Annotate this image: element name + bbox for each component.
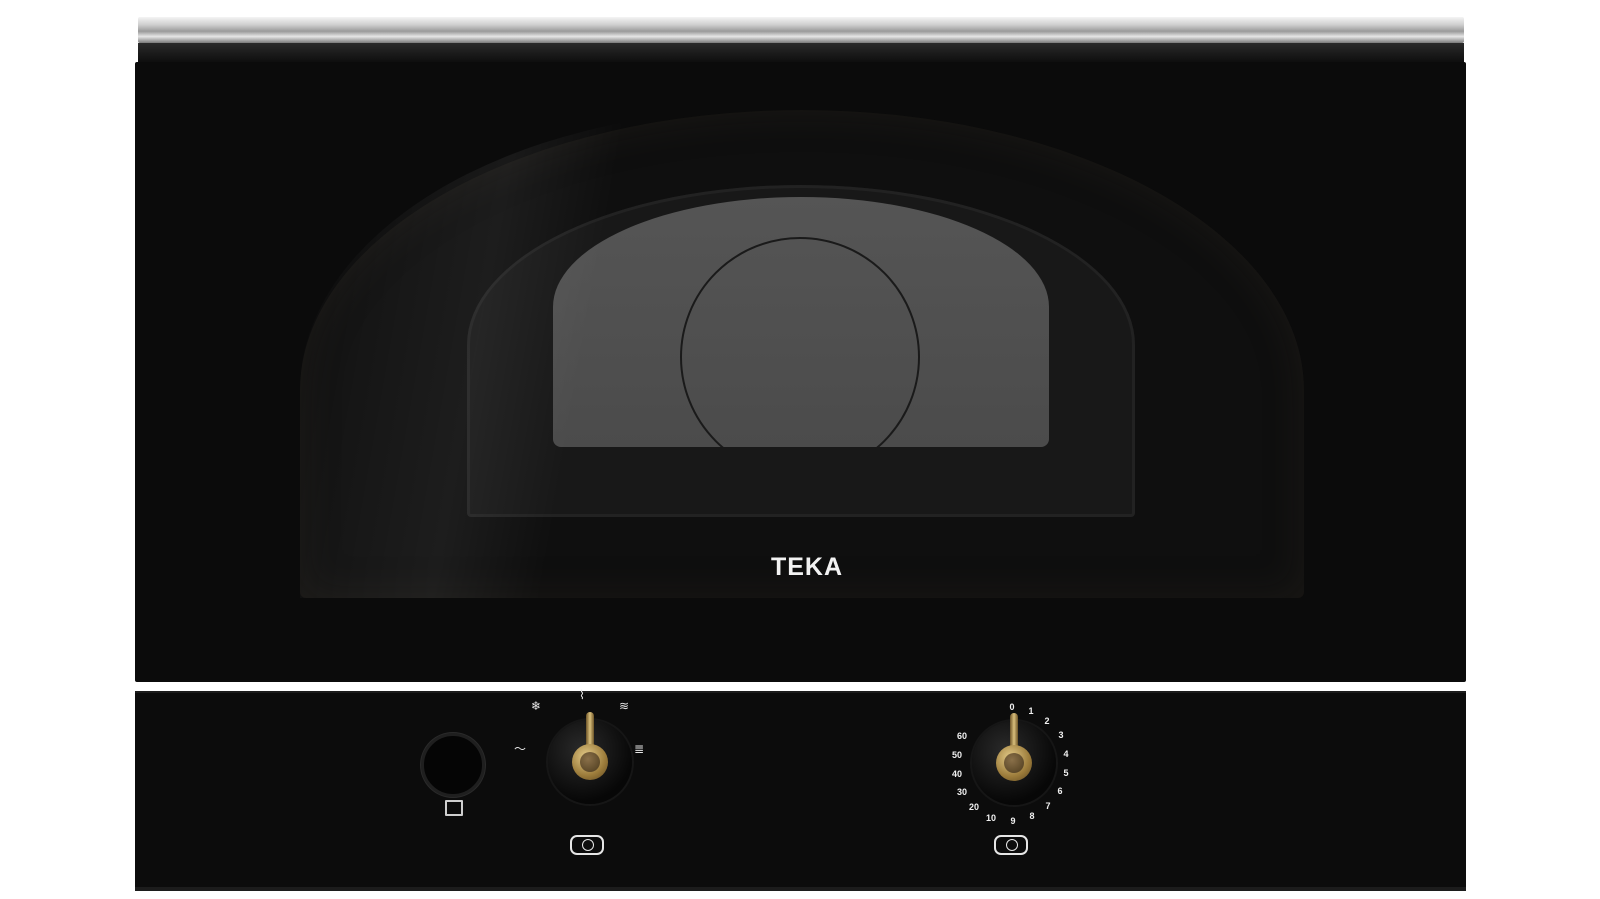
timer-label: 5 <box>1063 768 1069 778</box>
control-panel <box>135 691 1466 889</box>
viewing-window <box>553 197 1049 447</box>
turntable <box>680 237 920 447</box>
timer-label: 0 <box>1009 702 1015 712</box>
timer-label: 4 <box>1063 749 1069 759</box>
timer-label: 1 <box>1028 706 1034 716</box>
function-knob[interactable] <box>548 712 632 804</box>
timer-label: 2 <box>1044 716 1050 726</box>
chrome-trim <box>138 17 1464 43</box>
power-icon <box>582 839 594 851</box>
timer-label: 20 <box>968 802 980 812</box>
clock-indicator <box>994 835 1028 855</box>
brand-logo: TEKA <box>770 553 844 581</box>
timer-label: 9 <box>1010 816 1016 826</box>
grill-icon: ≋ <box>619 699 630 713</box>
off-wave-icon: 〜 <box>514 742 527 756</box>
power-indicator <box>570 835 604 855</box>
door-open-icon <box>445 800 463 816</box>
combi-grill-icon: ≣ <box>634 742 645 756</box>
built-in-microwave: TEKA ❄ ⌇ ≋ ≣ 〜 0 1 2 3 4 5 6 7 8 9 10 20… <box>0 0 1600 899</box>
bottom-edge <box>135 887 1466 891</box>
timer-label: 10 <box>985 813 997 823</box>
timer-label: 8 <box>1029 811 1035 821</box>
defrost-icon: ❄ <box>531 699 542 713</box>
timer-label: 50 <box>951 750 963 760</box>
door-open-button[interactable] <box>421 733 485 797</box>
timer-label: 7 <box>1045 801 1051 811</box>
knob-hub <box>572 744 608 780</box>
timer-label: 3 <box>1058 730 1064 740</box>
knob-hub <box>996 745 1032 781</box>
timer-label: 60 <box>956 731 968 741</box>
timer-label: 40 <box>951 769 963 779</box>
timer-label: 6 <box>1057 786 1063 796</box>
microwave-power-icon: ⌇ <box>579 688 585 702</box>
timer-label: 30 <box>956 787 968 797</box>
timer-knob[interactable] <box>972 713 1056 805</box>
clock-icon <box>1006 839 1018 851</box>
